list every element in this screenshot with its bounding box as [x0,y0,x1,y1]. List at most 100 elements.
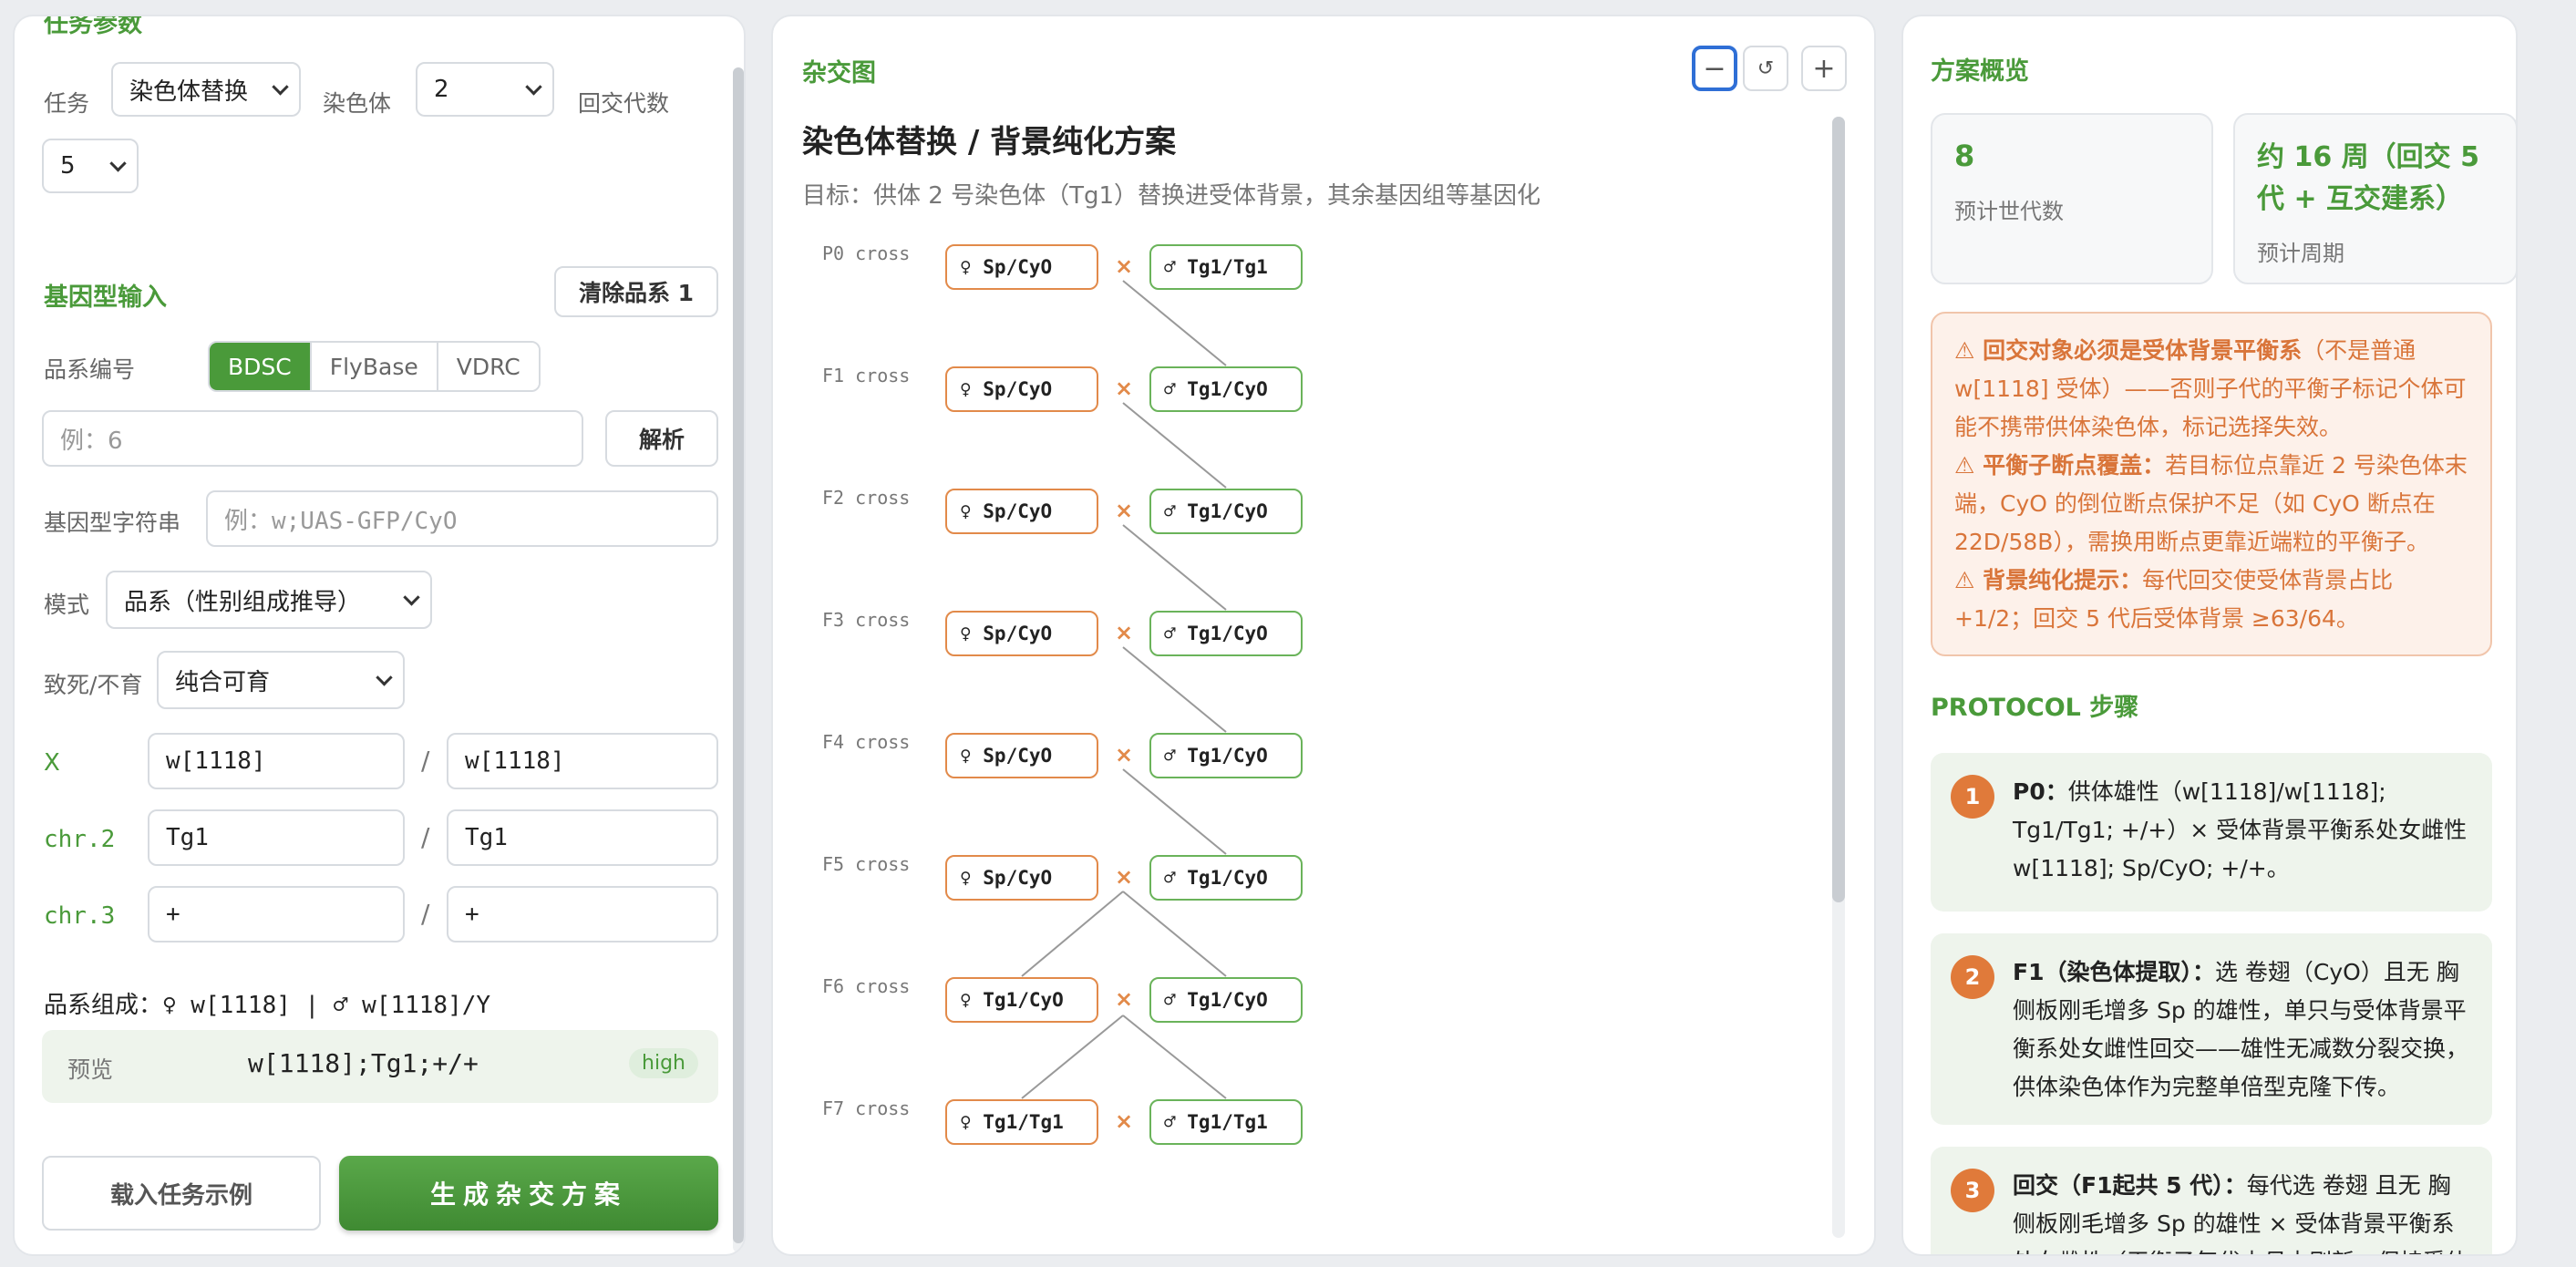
connector-line [1021,891,1124,977]
cross-symbol: × [1115,864,1134,890]
chr-2-allele-b-input[interactable]: Tg1 [447,809,718,866]
chromosome-select[interactable]: 2 [416,62,554,117]
chevron-down-icon [109,155,127,172]
warning-item: ⚠ 背景纯化提示：每代回交使受体背景占比 +1/2；回交 5 代后受体背景 ≥6… [1954,561,2468,638]
task-select-value: 染色体替换 [129,77,249,106]
chr-3-allele-b-value: + [465,901,479,928]
preview-label: 预览 [67,1056,114,1083]
tab-flybase[interactable]: FlyBase [311,343,438,390]
cross-symbol: × [1115,376,1134,401]
female-parent-node[interactable]: ♀ Sp/CyO [945,733,1098,778]
clear-stock-button[interactable]: 清除品系 1 [554,266,718,317]
stock-number-label: 品系编号 [44,356,136,383]
plan-overview-panel: 方案概览 8 预计世代数 约 16 周（回交 5 代 + 互交建系） 预计周期 … [1901,15,2518,1256]
cross-connectors [1021,280,1227,1099]
stock-number-placeholder: 例：6 [60,427,123,455]
chr-3-allele-b-input[interactable]: + [447,886,718,943]
tab-bdsc[interactable]: BDSC [210,343,312,390]
period-label: 预计周期 [2257,241,2344,266]
female-parent-node[interactable]: ♀ Sp/CyO [945,244,1098,290]
stock-composition: 品系组成：♀ w[1118] | ♂ w[1118]/Y [44,992,491,1019]
allele-separator: / [421,746,430,776]
genotype-string-label: 基因型字符串 [44,510,181,536]
chr-2-allele-a-input[interactable]: Tg1 [148,809,405,866]
protocol-title: PROTOCOL 步骤 [1931,694,2139,722]
chromosome-label: 染色体 [323,90,392,117]
genotype-input-title: 基因型输入 [44,283,167,312]
genotype-preview: 预览 w[1118];Tg1;+/+ high [42,1030,718,1103]
chr-3-allele-a-value: + [166,901,180,928]
female-parent-node[interactable]: ♀ Sp/CyO [945,489,1098,534]
chevron-down-icon [272,78,289,96]
cross-symbol: × [1115,253,1134,279]
chr-3-allele-a-input[interactable]: + [148,886,405,943]
step-number: 1 [1951,775,1994,819]
female-parent-node[interactable]: ♀ Tg1/Tg1 [945,1099,1098,1145]
task-params-panel: 任务参数 任务 染色体替换 染色体 2 回交代数 5 基因型输入 清除品系 1 … [13,15,746,1256]
male-parent-node[interactable]: ♂ Tg1/CyO [1149,977,1303,1023]
warning-item: ⚠ 平衡子断点覆盖：若目标位点靠近 2 号染色体末端，CyO 的倒位断点保护不足… [1954,447,2468,561]
chr-2-allele-b-value: Tg1 [465,824,508,851]
male-parent-node[interactable]: ♂ Tg1/Tg1 [1149,244,1303,290]
task-params-title: 任务参数 [44,15,142,38]
male-parent-node[interactable]: ♂ Tg1/Tg1 [1149,1099,1303,1145]
chromosome-select-value: 2 [434,76,449,103]
stock-number-input[interactable]: 例：6 [42,410,583,467]
generation-label: F5 cross [822,853,911,875]
confidence-badge: high [629,1048,698,1078]
lethal-label: 致死/不育 [44,672,143,698]
female-parent-node[interactable]: ♀ Sp/CyO [945,855,1098,901]
task-select[interactable]: 染色体替换 [111,62,301,117]
generation-count-value: 8 [1954,139,1975,173]
database-tabs: BDSC FlyBase VDRC [208,341,541,392]
genotype-string-placeholder: 例：w;UAS-GFP/CyO [224,507,458,535]
cross-diagram-panel: 杂交图 − ↺ + 染色体替换 / 背景纯化方案 目标：供体 2 号染色体（Tg… [771,15,1876,1256]
chr-3-label: chr.3 [44,902,116,930]
generation-label: F4 cross [822,731,911,753]
female-parent-node[interactable]: ♀ Tg1/CyO [945,977,1098,1023]
mode-select-value: 品系（性别组成推导） [124,588,362,616]
generation-label: F7 cross [822,1097,911,1119]
male-parent-node[interactable]: ♂ Tg1/CyO [1149,489,1303,534]
chevron-down-icon [525,78,542,96]
generate-plan-button[interactable]: 生成杂交方案 [339,1156,718,1231]
chr-x-allele-b-value: w[1118] [465,747,565,775]
tab-vdrc[interactable]: VDRC [438,343,539,390]
mode-select[interactable]: 品系（性别组成推导） [106,571,432,629]
chr-x-allele-a-input[interactable]: w[1118] [148,733,405,789]
step-number: 2 [1951,955,1994,999]
connector-line [1122,891,1227,977]
allele-separator: / [421,899,430,929]
female-parent-node[interactable]: ♀ Sp/CyO [945,611,1098,656]
connector-line [1122,1015,1227,1099]
mode-label: 模式 [44,592,90,618]
generation-count-card: 8 预计世代数 [1931,113,2213,284]
step-body: 供体雄性（w[1118]/w[1118]; Tg1/Tg1; +/+）× 受体背… [2013,778,2468,881]
cross-symbol: × [1115,986,1134,1012]
cross-symbol: × [1115,498,1134,523]
genotype-string-input[interactable]: 例：w;UAS-GFP/CyO [206,490,718,547]
parse-button[interactable]: 解析 [605,410,718,467]
male-parent-node[interactable]: ♂ Tg1/CyO [1149,366,1303,412]
chevron-down-icon [376,669,393,686]
male-parent-node[interactable]: ♂ Tg1/CyO [1149,733,1303,778]
preview-value: w[1118];Tg1;+/+ [248,1048,479,1078]
male-parent-node[interactable]: ♂ Tg1/CyO [1149,855,1303,901]
connector-line [1122,280,1227,366]
protocol-step: 2 F1（染色体提取）：选 卷翅（CyO）且无 胸侧板刚毛增多 Sp 的雄性，单… [1931,933,2492,1125]
chr-x-allele-b-input[interactable]: w[1118] [447,733,718,789]
lethal-select[interactable]: 纯合可育 [157,651,405,709]
warning-item: ⚠ 回交对象必须是受体背景平衡系（不是普通 w[1118] 受体）——否则子代的… [1954,332,2468,447]
chevron-down-icon [403,589,420,606]
left-scrollbar-thumb[interactable] [733,67,744,1243]
step-head: P0： [2013,778,2068,805]
protocol-step: 1 P0：供体雄性（w[1118]/w[1118]; Tg1/Tg1; +/+）… [1931,753,2492,912]
load-example-button[interactable]: 载入任务示例 [42,1156,321,1231]
chr-2-label: chr.2 [44,826,116,853]
generation-label: F3 cross [822,609,911,631]
male-parent-node[interactable]: ♂ Tg1/CyO [1149,611,1303,656]
backcross-select[interactable]: 5 [42,139,139,193]
chr-2-allele-a-value: Tg1 [166,824,209,851]
diagram-scrollbar-thumb[interactable] [1832,117,1845,902]
female-parent-node[interactable]: ♀ Sp/CyO [945,366,1098,412]
